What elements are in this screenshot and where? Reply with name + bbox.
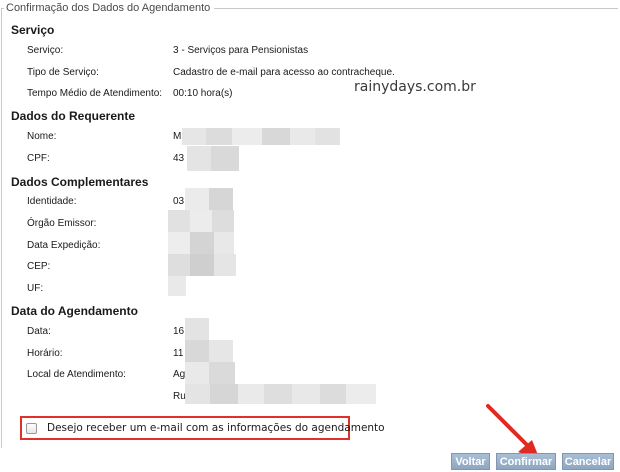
- section-title-servico: Serviço: [11, 23, 55, 37]
- label-data: Data:: [27, 326, 51, 337]
- fieldset-legend: Confirmação dos Dados do Agendamento: [4, 2, 215, 14]
- label-tipo-servico: Tipo de Serviço:: [27, 67, 99, 78]
- email-option-label[interactable]: Desejo receber um e-mail com as informaç…: [47, 422, 385, 434]
- label-local-atendimento: Local de Atendimento:: [27, 369, 126, 380]
- section-title-requerente: Dados do Requerente: [11, 109, 136, 123]
- label-tempo-medio: Tempo Médio de Atendimento:: [27, 88, 163, 99]
- cancelar-button[interactable]: Cancelar: [562, 453, 614, 470]
- label-data-expedicao: Data Expedição:: [27, 240, 101, 251]
- value-tipo-servico: Cadastro de e-mail para acesso ao contra…: [173, 67, 395, 78]
- value-cpf: 43: [173, 153, 185, 164]
- section-title-agendamento: Data do Agendamento: [11, 304, 138, 318]
- label-horario: Horário:: [27, 348, 63, 359]
- voltar-button[interactable]: Voltar: [451, 453, 490, 470]
- label-cep: CEP:: [27, 261, 51, 272]
- label-servico: Serviço:: [27, 45, 64, 56]
- email-option-checkbox[interactable]: [26, 423, 37, 434]
- value-servico: 3 - Serviços para Pensionistas: [173, 45, 309, 56]
- watermark-text: rainydays.com.br: [354, 79, 476, 95]
- value-tempo-medio: 00:10 hora(s): [173, 88, 233, 99]
- section-title-complementares: Dados Complementares: [11, 175, 149, 189]
- label-uf: UF:: [27, 283, 44, 294]
- label-nome: Nome:: [27, 131, 57, 142]
- label-orgao-emissor: Órgão Emissor:: [27, 218, 97, 229]
- label-identidade: Identidade:: [27, 196, 77, 207]
- confirmar-button[interactable]: Confirmar: [496, 453, 556, 470]
- label-cpf: CPF:: [27, 153, 50, 164]
